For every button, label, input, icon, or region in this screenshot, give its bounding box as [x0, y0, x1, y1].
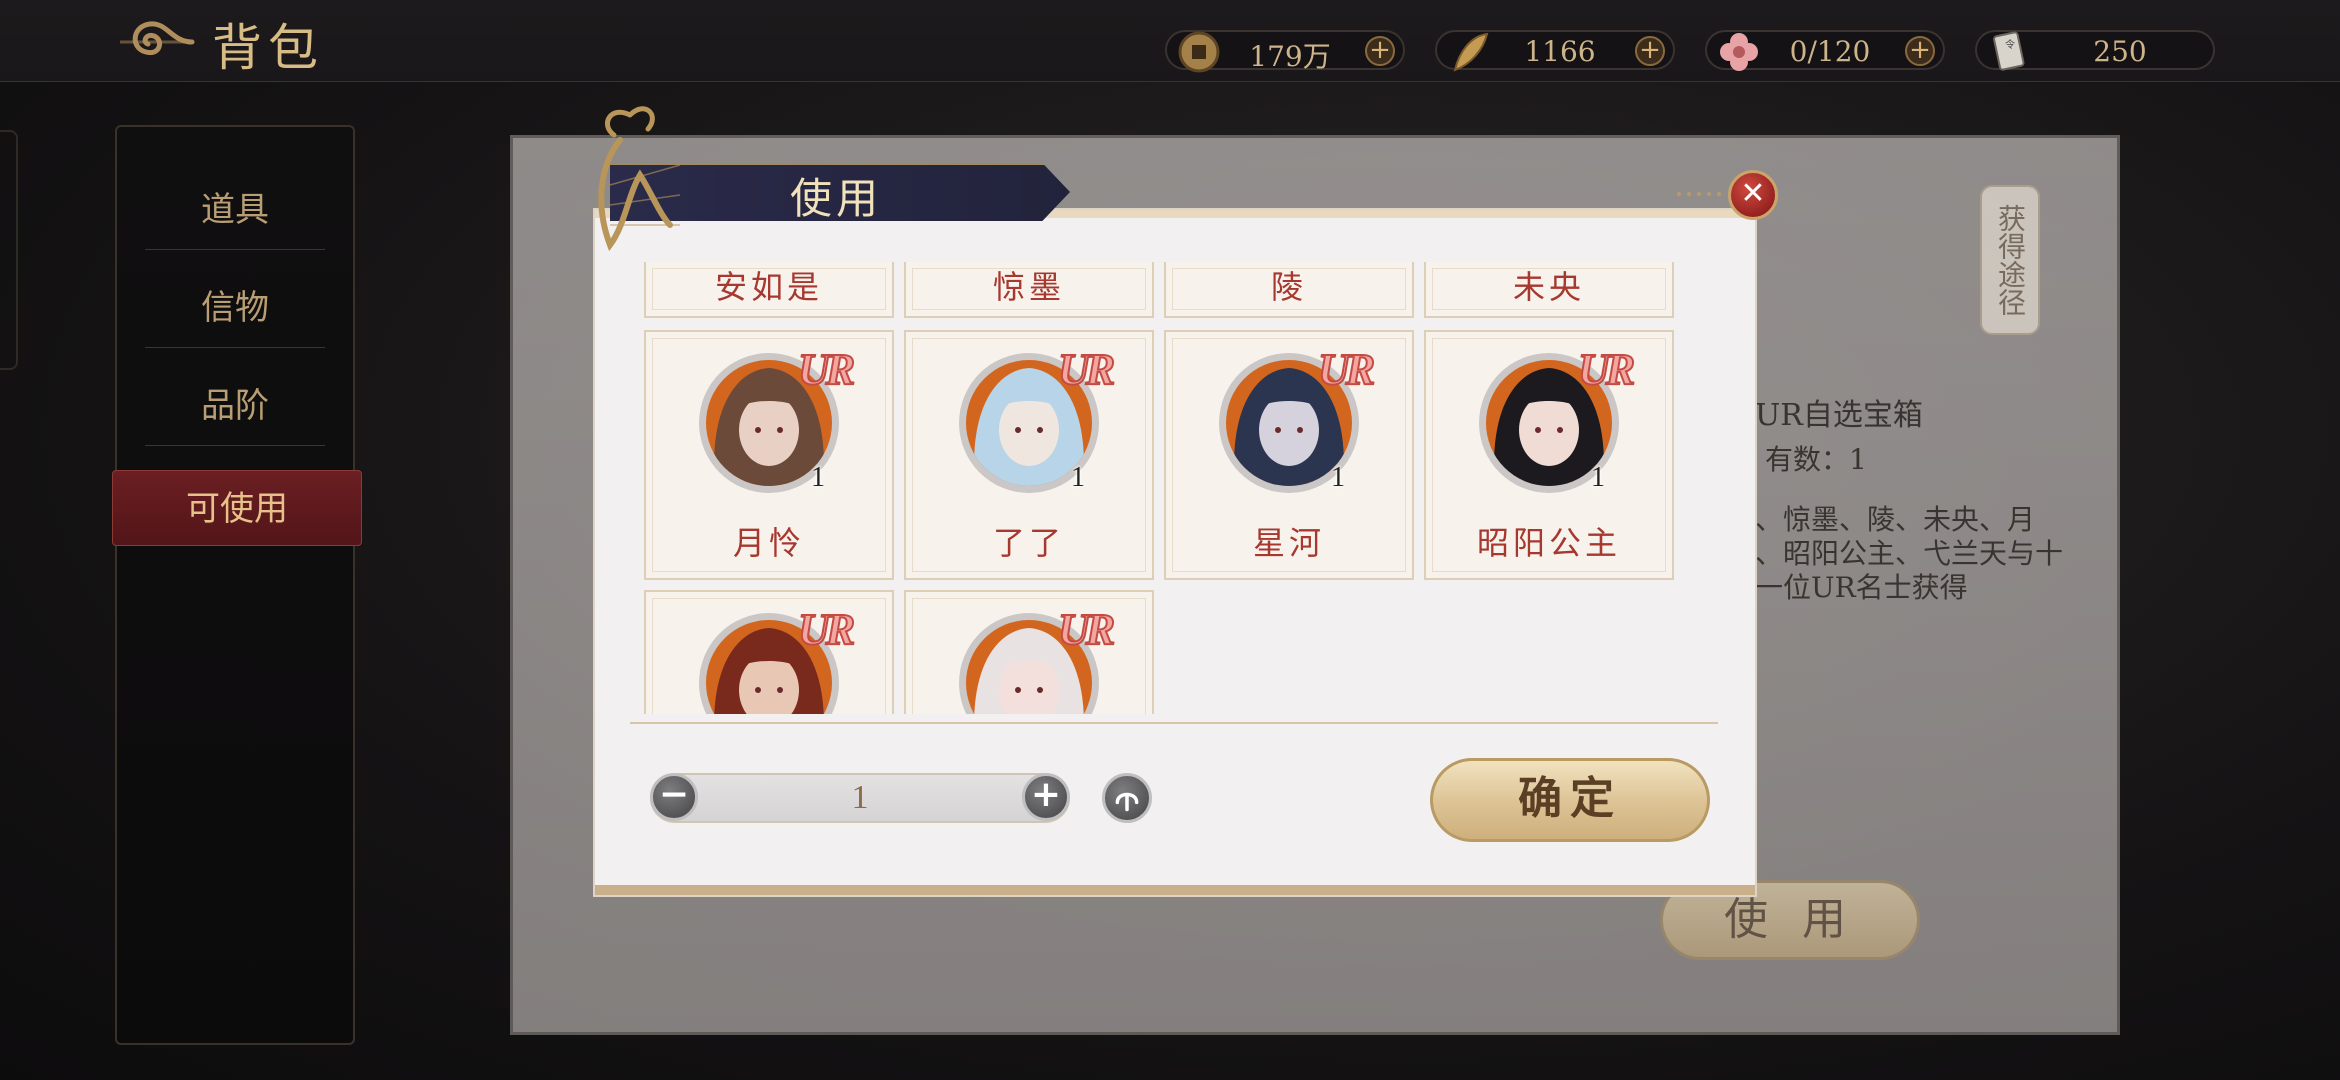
rarity-badge: UR: [1317, 344, 1376, 395]
rarity-badge: UR: [1577, 344, 1636, 395]
character-card[interactable]: 安如是: [644, 262, 894, 318]
quantity-stepper: − 1 +: [650, 773, 1070, 823]
character-card[interactable]: 陵: [1164, 262, 1414, 318]
add-coins-button[interactable]: +: [1365, 36, 1395, 66]
quantity-value[interactable]: 1: [712, 779, 1008, 817]
feather-icon: [1453, 32, 1489, 72]
owned-quantity: 1: [1591, 462, 1605, 493]
plus-button[interactable]: +: [1022, 773, 1070, 821]
divider: [630, 722, 1718, 724]
currency-coins: 179万 +: [1165, 30, 1405, 73]
owned-quantity: 1: [811, 462, 825, 493]
sidebar-item-props[interactable]: 道具: [145, 170, 325, 250]
character-card[interactable]: 未央: [1424, 262, 1674, 318]
currency-value: 0/120: [1789, 35, 1871, 68]
owned-quantity: 1: [1331, 462, 1345, 493]
character-card[interactable]: UR 1 了了: [904, 330, 1154, 580]
sidebar-item-grade[interactable]: 品阶: [145, 366, 325, 446]
svg-text:令: 令: [2005, 38, 2015, 51]
character-card[interactable]: UR 1 星河: [1164, 330, 1414, 580]
character-grid: 安如是 惊墨陵未央 UR 1 月怜 UR 1 了了 UR 1 星河 UR 1 昭阳公主 UR UR: [640, 262, 1680, 714]
character-name: 昭阳公主: [1476, 524, 1621, 562]
dialog-title: 使用: [790, 174, 883, 223]
currency-value: 1166: [1524, 35, 1596, 68]
page-title: 背包: [212, 19, 324, 77]
add-feather-button[interactable]: +: [1635, 36, 1665, 66]
character-name: 了了: [992, 524, 1065, 562]
flower-icon: [1720, 33, 1758, 71]
back-swirl-icon[interactable]: [112, 14, 202, 70]
close-icon[interactable]: ✕: [1728, 170, 1778, 220]
item-desc-line: 一位UR名士获得: [1755, 571, 1968, 604]
rarity-badge: UR: [1057, 344, 1116, 395]
owned-quantity: 1: [1071, 462, 1085, 493]
obtain-route-button[interactable]: 获得途径: [1980, 185, 2040, 335]
sidebar-item-tokens[interactable]: 信物: [145, 268, 325, 348]
item-name: UR自选宝箱: [1755, 398, 1923, 433]
rarity-badge: UR: [797, 344, 856, 395]
currency-value: 250: [2093, 35, 2147, 68]
max-quantity-button[interactable]: [1102, 773, 1152, 823]
item-owned-count: 有数：1: [1765, 443, 1867, 476]
character-name: 安如是: [714, 268, 823, 306]
rarity-badge: UR: [1057, 604, 1116, 655]
deer-emblem-icon: [598, 106, 681, 252]
minus-button[interactable]: −: [650, 773, 698, 821]
card-ticket-icon: 令: [1993, 31, 2025, 71]
currency-value: 179万: [1249, 40, 1331, 73]
currency-flower: 0/120 +: [1705, 30, 1945, 71]
currency-ticket: 令 250: [1975, 30, 2215, 71]
character-name: 惊墨: [992, 268, 1065, 306]
character-card[interactable]: UR 1 月怜: [644, 330, 894, 580]
character-card[interactable]: UR 1 昭阳公主: [1424, 330, 1674, 580]
rarity-badge: UR: [797, 604, 856, 655]
character-name: 月怜: [732, 524, 805, 562]
category-sidebar: [115, 125, 355, 1045]
character-card[interactable]: UR: [904, 590, 1154, 714]
side-edge-tab: [0, 130, 18, 370]
character-name: 未央: [1512, 268, 1585, 306]
add-flower-button[interactable]: +: [1905, 36, 1935, 66]
decor-dots: [1677, 192, 1721, 196]
confirm-button[interactable]: 确定: [1430, 758, 1710, 842]
copper-coin-icon: [1178, 31, 1220, 73]
currency-feather: 1166 +: [1435, 30, 1675, 72]
sidebar-item-usable[interactable]: 可使用: [112, 470, 362, 546]
character-card[interactable]: 惊墨: [904, 262, 1154, 318]
character-name: 星河: [1252, 524, 1325, 562]
character-card[interactable]: UR: [644, 590, 894, 714]
character-name: 陵: [1270, 268, 1307, 306]
